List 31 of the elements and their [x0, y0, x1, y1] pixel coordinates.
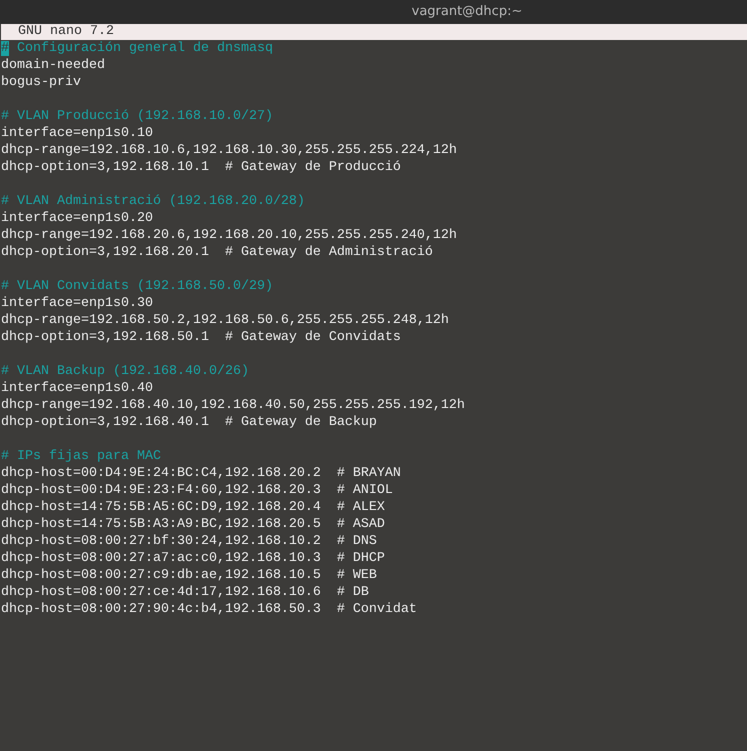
comment-line: # VLAN Administració (192.168.20.0/28): [1, 194, 305, 209]
code-line: dhcp-host=08:00:27:bf:30:24,192.168.10.2 # DNS: [1, 534, 377, 549]
code-line: dhcp-host=14:75:5B:A3:A9:BC,192.168.20.5 # ASAD: [1, 517, 385, 532]
code-line: dhcp-host=00:D4:9E:23:F4:60,192.168.20.3 # ANIOL: [1, 483, 393, 498]
code-line: dhcp-option=3,192.168.50.1 # Gateway de Convidats: [1, 330, 401, 345]
code-line: dhcp-host=08:00:27:a7:ac:c0,192.168.10.3 # DHCP: [1, 551, 385, 566]
comment-line: # VLAN Producció (192.168.10.0/27): [1, 109, 273, 124]
code-line: dhcp-range=192.168.50.2,192.168.50.6,255.255.255.248,12h: [1, 313, 449, 328]
code-line: dhcp-host=14:75:5B:A5:6C:D9,192.168.20.4 # ALEX: [1, 500, 385, 515]
comment-line: # VLAN Convidats (192.168.50.0/29): [1, 279, 273, 294]
code-line: dhcp-range=192.168.40.10,192.168.40.50,255.255.255.192,12h: [1, 398, 465, 413]
code-line: dhcp-option=3,192.168.20.1 # Gateway de Administració: [1, 245, 433, 260]
code-line: dhcp-option=3,192.168.40.1 # Gateway de Backup: [1, 415, 377, 430]
window-title: vagrant@dhcp:~: [412, 3, 522, 22]
code-line: dhcp-range=192.168.10.6,192.168.10.30,255.255.255.224,12h: [1, 143, 457, 158]
code-line: dhcp-range=192.168.20.6,192.168.20.10,255.255.255.240,12h: [1, 228, 457, 243]
code-line: bogus-priv: [1, 75, 81, 90]
code-line: interface=enp1s0.10: [1, 126, 153, 141]
editor-header: GNU nano 7.2: [18, 24, 114, 40]
code-line: dhcp-option=3,192.168.10.1 # Gateway de Producció: [1, 160, 401, 175]
code-line: domain-needed: [1, 58, 105, 73]
comment-line: # VLAN Backup (192.168.40.0/26): [1, 364, 249, 379]
code-line: dhcp-host=08:00:27:90:4c:b4,192.168.50.3 # Convidat: [1, 602, 417, 617]
comment-line: # Configuración general de dnsmasq: [1, 41, 273, 56]
code-line: dhcp-host=08:00:27:c9:db:ae,192.168.10.5 # WEB: [1, 568, 377, 583]
code-line: interface=enp1s0.30: [1, 296, 153, 311]
code-line: interface=enp1s0.40: [1, 381, 153, 396]
code-line: dhcp-host=08:00:27:ce:4d:17,192.168.10.6 # DB: [1, 585, 369, 600]
comment-line: # IPs fijas para MAC: [1, 449, 161, 464]
code-line: dhcp-host=00:D4:9E:24:BC:C4,192.168.20.2 # BRAYAN: [1, 466, 401, 481]
code-line: interface=enp1s0.20: [1, 211, 153, 226]
